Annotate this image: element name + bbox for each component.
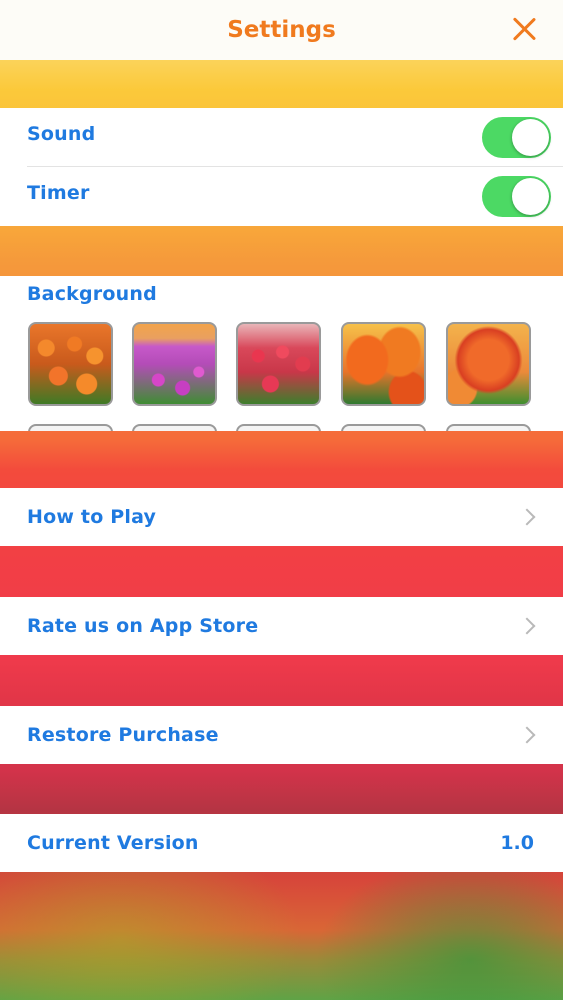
version-label: Current Version	[27, 832, 199, 854]
rate-us-label: Rate us on App Store	[27, 615, 259, 637]
background-thumb-tulip-closeup-red[interactable]	[446, 322, 531, 406]
sound-label: Sound	[27, 123, 96, 145]
chevron-right-icon	[518, 726, 536, 744]
page-title: Settings	[227, 17, 336, 43]
how-to-play-label: How to Play	[27, 506, 157, 528]
version-value: 1.0	[500, 832, 534, 854]
version-row: Current Version 1.0	[0, 814, 563, 872]
background-thumb-tulip-field-red[interactable]	[236, 322, 321, 406]
background-thumb-tulip-closeup-orange[interactable]	[341, 322, 426, 406]
restore-purchase-row[interactable]: Restore Purchase	[0, 706, 563, 764]
sound-toggle[interactable]	[482, 117, 551, 158]
divider	[27, 166, 563, 167]
sound-toggle-knob	[512, 119, 549, 156]
background-thumb[interactable]	[236, 424, 321, 431]
background-thumb-tulip-field-orange[interactable]	[28, 322, 113, 406]
chevron-right-icon	[518, 617, 536, 635]
background-thumb[interactable]	[28, 424, 113, 431]
timer-label: Timer	[27, 182, 90, 204]
background-thumb-tulip-field-purple[interactable]	[132, 322, 217, 406]
timer-toggle-knob	[512, 178, 549, 215]
how-to-play-row[interactable]: How to Play	[0, 488, 563, 546]
timer-toggle[interactable]	[482, 176, 551, 217]
background-section: Background	[0, 276, 563, 431]
restore-purchase-label: Restore Purchase	[27, 724, 219, 746]
header-bar: Settings	[0, 0, 563, 60]
chevron-right-icon	[518, 508, 536, 526]
background-label: Background	[27, 283, 157, 305]
background-thumb[interactable]	[132, 424, 217, 431]
background-thumb[interactable]	[341, 424, 426, 431]
background-thumbnails	[28, 322, 548, 431]
background-thumb[interactable]	[446, 424, 531, 431]
toggle-group: Sound Timer	[0, 108, 563, 226]
close-icon[interactable]	[509, 14, 539, 44]
rate-us-row[interactable]: Rate us on App Store	[0, 597, 563, 655]
